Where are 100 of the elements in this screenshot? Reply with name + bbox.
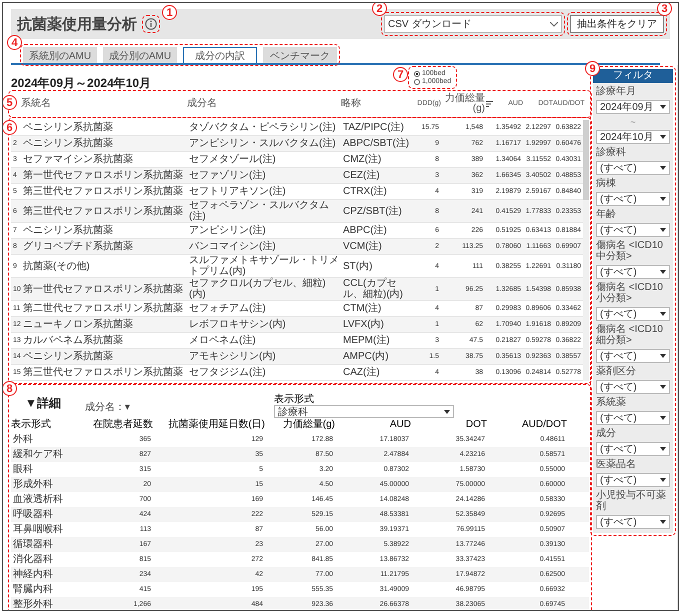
caret-icon xyxy=(660,520,666,524)
callout-number: 2 xyxy=(372,3,387,16)
filter-label: 系統薬 xyxy=(595,397,627,408)
table-cell-text: 消化器科 xyxy=(12,554,54,565)
table-cell-text: 第三世代セファロスポリン系抗菌薬 xyxy=(22,367,184,378)
table-cell-text: CTM(注) xyxy=(342,303,382,314)
table-cell-text: アモキシシリン(内) xyxy=(188,351,277,362)
filter-label: 傷病名 <ICD10 細分類> xyxy=(595,324,664,346)
filter-dropdown[interactable]: (すべて) xyxy=(596,349,670,363)
tab[interactable]: ベンチマーク xyxy=(263,47,337,63)
table-cell-text: カルバペネム系抗菌薬 xyxy=(22,335,124,346)
column-header: DOT xyxy=(464,420,487,430)
callout-number: 3 xyxy=(657,3,672,16)
filter-dropdown[interactable]: 2024年10月 xyxy=(596,130,670,144)
table-cell-text: ペニシリン系抗菌薬 xyxy=(22,122,114,133)
table-cell-text: スルファメトキサゾール・トリメトプリム(内) xyxy=(188,255,340,277)
table-cell-text: ABPC/SBT(注) xyxy=(342,138,410,149)
caret-icon xyxy=(660,228,666,232)
filter-dropdown[interactable]: (すべて) xyxy=(596,442,670,456)
table-cell-text: ペニシリン系抗菌薬 xyxy=(22,225,114,236)
table-cell-text: セフォペラゾン・スルバクタム(注) xyxy=(188,200,330,222)
callout-number: 1 xyxy=(162,5,177,20)
table-cell-text: アンピシリン・スルバクタム(注) xyxy=(188,138,337,149)
caret-icon xyxy=(660,135,666,139)
filter-label: 成分 xyxy=(595,428,617,439)
table-cell-text: 呼吸器科 xyxy=(12,509,54,520)
table-cell-text: LVFX(内) xyxy=(342,319,385,330)
caret-icon xyxy=(660,385,666,389)
table-cell-text: CTRX(注) xyxy=(342,186,388,197)
display-format-dropdown[interactable]: 診療科 xyxy=(274,405,454,418)
clear-filters-button[interactable]: 抽出条件をクリア xyxy=(570,15,664,33)
table-cell-text: AMPC(内) xyxy=(342,351,390,362)
filter-label: 診療年月 xyxy=(595,86,637,97)
table-cell-text: MEPM(注) xyxy=(342,335,391,346)
section-title: ▼詳細 xyxy=(25,395,61,412)
table-cell-text: VCM(注) xyxy=(342,241,383,252)
filter-dropdown[interactable]: 2024年09月 xyxy=(596,100,670,114)
table-cell-text: アンピシリン(注) xyxy=(188,225,267,236)
filter-dropdown[interactable]: (すべて) xyxy=(596,192,670,206)
column-header: 在院患者延数 xyxy=(92,420,153,430)
table-cell-text: TAZ/PIPC(注) xyxy=(342,122,405,133)
csv-download-dropdown[interactable]: CSV ダウンロード xyxy=(384,15,562,33)
annotation-frame xyxy=(142,15,160,33)
column-header: 表示形式 xyxy=(11,420,52,430)
filter-label: 年齢 xyxy=(595,209,617,220)
caret-icon xyxy=(660,447,666,451)
field-label: 表示形式 xyxy=(274,395,315,405)
filter-dropdown[interactable]: (すべて) xyxy=(596,223,670,237)
filter-dropdown[interactable]: (すべて) xyxy=(596,411,670,425)
caret-icon xyxy=(660,312,666,316)
tab[interactable]: 成分別のAMU xyxy=(103,47,177,63)
caret-icon xyxy=(660,416,666,420)
table-cell-text: ABPC(注) xyxy=(342,225,388,236)
filter-dropdown[interactable]: (すべて) xyxy=(596,265,670,279)
table-cell-text: 第三世代セファロスポリン系抗菌薬 xyxy=(22,206,184,216)
callout-number: 5 xyxy=(3,95,17,110)
filter-label: 診療科 xyxy=(595,147,627,158)
table-cell-text: メロペネム(注) xyxy=(188,335,257,346)
table-cell-text: 腎臓内科 xyxy=(12,584,54,595)
table-cell-text: CPZ/SBT(注) xyxy=(342,206,403,216)
scrollbar[interactable] xyxy=(583,120,589,381)
table-cell-text: 整形外科 xyxy=(12,599,54,610)
caret-icon xyxy=(660,354,666,358)
table-cell-text: セフメタゾール(注) xyxy=(188,154,277,165)
table-cell-text: ニューキノロン系抗菌薬 xyxy=(22,319,134,330)
table-cell-text: 眼科 xyxy=(12,464,34,475)
table-cell-text: セファゾリン(注) xyxy=(188,170,267,181)
table-cell-text: レボフロキサシン(内) xyxy=(188,319,287,330)
table-cell-text: セフトリアキソン(注) xyxy=(188,186,287,197)
filter-dropdown[interactable]: (すべて) xyxy=(596,161,670,175)
info-icon[interactable] xyxy=(145,18,157,30)
table-cell-text: セファクロル(カプセル、細粒)(内) xyxy=(188,278,327,300)
column-header: 抗菌薬使用延日数(日) xyxy=(167,420,265,430)
column-header: 成分名 xyxy=(187,99,218,109)
caret-icon xyxy=(660,166,666,170)
callout-number: 7 xyxy=(393,67,408,82)
range-separator: ~ xyxy=(629,117,637,127)
sort-icon[interactable] xyxy=(486,101,493,107)
filter-label: 傷病名 <ICD10 中分類> xyxy=(595,240,664,262)
filter-dropdown[interactable]: (すべて) xyxy=(596,307,670,321)
table-cell-text: ST(内) xyxy=(342,260,374,272)
table-cell-text: ペニシリン系抗菌薬 xyxy=(22,351,114,362)
callout-number: 8 xyxy=(3,381,17,396)
table-cell-text: タゾバクタム・ピペラシリン(注) xyxy=(188,122,337,133)
tab[interactable]: 成分の内訳 xyxy=(183,47,257,63)
table-cell-text: ペニシリン系抗菌薬 xyxy=(22,138,114,149)
component-filter-link[interactable]: 成分名：▾ xyxy=(84,400,130,414)
filter-dropdown[interactable]: (すべて) xyxy=(596,473,670,487)
table-cell-text: セフタジジム(注) xyxy=(188,367,267,378)
filter-dropdown[interactable]: (すべて) xyxy=(596,515,670,529)
table-cell-text: セフォチアム(注) xyxy=(188,303,267,314)
tab[interactable]: 系統別のAMU xyxy=(23,47,97,63)
table-cell-text: 神経内科 xyxy=(12,569,54,580)
column-header: 略称 xyxy=(341,99,362,109)
filter-dropdown[interactable]: (すべて) xyxy=(596,380,670,394)
callout-number: 9 xyxy=(585,61,600,76)
table-cell-text: バンコマイシン(注) xyxy=(188,241,277,252)
table-cell-text: セファマイシン系抗菌薬 xyxy=(22,154,134,165)
column-header: 系統名 xyxy=(21,99,52,109)
filter-label: 小児投与不可薬剤 xyxy=(595,490,667,512)
